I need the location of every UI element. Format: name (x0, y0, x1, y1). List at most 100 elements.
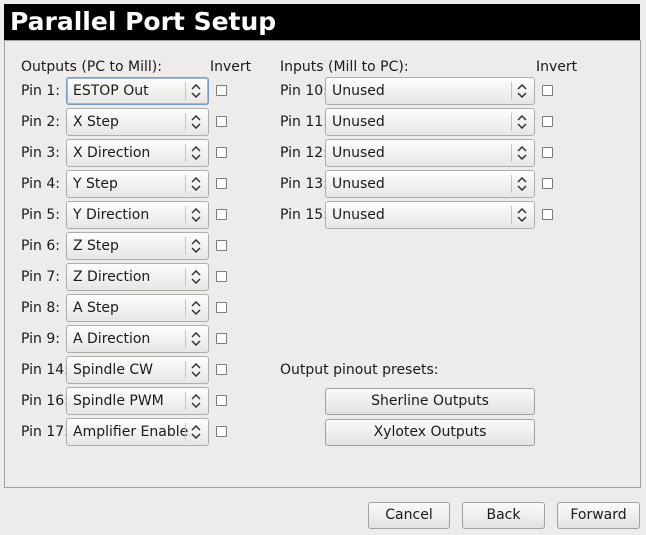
outputs-pin-select[interactable]: Spindle PWM (66, 387, 209, 415)
inputs-pin-label: Pin 15: (280, 207, 328, 223)
outputs-pin-label: Pin 3: (21, 145, 60, 161)
select-value: A Direction (73, 331, 151, 347)
outputs-invert-checkbox[interactable] (216, 333, 227, 344)
select-value: X Direction (73, 145, 151, 161)
select-value: Unused (332, 83, 385, 99)
chevron-up-down-icon (188, 326, 204, 352)
outputs-pin-label: Pin 1: (21, 83, 60, 99)
outputs-invert-checkbox[interactable] (216, 178, 227, 189)
outputs-pin-label: Pin 6: (21, 238, 60, 254)
chevron-up-down-icon (188, 109, 204, 135)
outputs-invert-checkbox[interactable] (216, 209, 227, 220)
forward-button[interactable]: Forward (557, 502, 640, 529)
chevron-up-down-icon (188, 388, 204, 414)
chevron-up-down-icon (188, 233, 204, 259)
select-value: Y Direction (73, 207, 150, 223)
outputs-invert-checkbox[interactable] (216, 147, 227, 158)
outputs-pin-select[interactable]: A Direction (66, 325, 209, 353)
outputs-invert-checkbox[interactable] (216, 85, 227, 96)
select-divider (511, 206, 512, 224)
cancel-button[interactable]: Cancel (368, 502, 450, 529)
chevron-up-down-icon (188, 264, 204, 290)
chevron-up-down-icon (188, 357, 204, 383)
outputs-pin-select[interactable]: Z Step (66, 232, 209, 260)
outputs-pin-select[interactable]: ESTOP Out (66, 77, 209, 105)
chevron-up-down-icon (514, 140, 530, 166)
select-divider (511, 175, 512, 193)
inputs-invert-checkbox[interactable] (542, 209, 553, 220)
outputs-pin-select[interactable]: Spindle CW (66, 356, 209, 384)
outputs-invert-checkbox[interactable] (216, 240, 227, 251)
select-divider (185, 361, 186, 379)
chevron-up-down-icon (188, 140, 204, 166)
outputs-pin-select[interactable]: Y Step (66, 170, 209, 198)
outputs-invert-checkbox[interactable] (216, 302, 227, 313)
outputs-pin-select[interactable]: X Direction (66, 139, 209, 167)
inputs-pin-label: Pin 12: (280, 145, 328, 161)
outputs-pin-label: Pin 8: (21, 300, 60, 316)
select-divider (185, 175, 186, 193)
inputs-pin-label: Pin 10: (280, 83, 328, 99)
inputs-invert-checkbox[interactable] (542, 116, 553, 127)
select-divider (185, 237, 186, 255)
outputs-pin-select[interactable]: Z Direction (66, 263, 209, 291)
select-value: Spindle PWM (73, 393, 164, 409)
select-divider (185, 144, 186, 162)
select-value: Unused (332, 114, 385, 130)
inputs-invert-checkbox[interactable] (542, 85, 553, 96)
inputs-pin-select[interactable]: Unused (325, 201, 535, 229)
select-divider (511, 113, 512, 131)
select-divider (185, 330, 186, 348)
outputs-pin-select[interactable]: A Step (66, 294, 209, 322)
select-value: Unused (332, 145, 385, 161)
chevron-up-down-icon (188, 295, 204, 321)
select-value: Unused (332, 207, 385, 223)
inputs-pin-select[interactable]: Unused (325, 170, 535, 198)
outputs-invert-checkbox[interactable] (216, 116, 227, 127)
outputs-invert-header: Invert (210, 59, 252, 75)
outputs-pin-select[interactable]: Amplifier Enable (66, 418, 209, 446)
inputs-pin-select[interactable]: Unused (325, 139, 535, 167)
select-value: X Step (73, 114, 119, 130)
chevron-up-down-icon (188, 171, 204, 197)
outputs-header: Outputs (PC to Mill): (21, 59, 162, 75)
select-divider (511, 82, 512, 100)
chevron-up-down-icon (188, 202, 204, 228)
inputs-pin-label: Pin 11: (280, 114, 328, 130)
chevron-up-down-icon (188, 419, 204, 445)
chevron-up-down-icon (514, 78, 530, 104)
outputs-invert-checkbox[interactable] (216, 395, 227, 406)
inputs-pin-select[interactable]: Unused (325, 108, 535, 136)
inputs-invert-checkbox[interactable] (542, 178, 553, 189)
select-value: Z Step (73, 238, 119, 254)
select-value: Spindle CW (73, 362, 153, 378)
outputs-pin-label: Pin 4: (21, 176, 60, 192)
page-title: Parallel Port Setup (4, 4, 640, 40)
outputs-pin-label: Pin 7: (21, 269, 60, 285)
select-divider (511, 144, 512, 162)
outputs-pin-select[interactable]: X Step (66, 108, 209, 136)
inputs-pin-select[interactable]: Unused (325, 77, 535, 105)
select-value: Unused (332, 176, 385, 192)
back-button[interactable]: Back (462, 502, 545, 529)
sherline-outputs-button[interactable]: Sherline Outputs (325, 388, 535, 415)
select-divider (185, 82, 186, 100)
select-value: Amplifier Enable (73, 424, 189, 440)
select-value: Y Step (73, 176, 118, 192)
inputs-header: Inputs (Mill to PC): (280, 59, 409, 75)
outputs-pin-label: Pin 16: (21, 393, 69, 409)
outputs-pin-label: Pin 2: (21, 114, 60, 130)
outputs-invert-checkbox[interactable] (216, 271, 227, 282)
chevron-up-down-icon (514, 171, 530, 197)
outputs-invert-checkbox[interactable] (216, 364, 227, 375)
select-divider (185, 113, 186, 131)
chevron-up-down-icon (514, 109, 530, 135)
select-divider (185, 392, 186, 410)
inputs-invert-checkbox[interactable] (542, 147, 553, 158)
outputs-pin-select[interactable]: Y Direction (66, 201, 209, 229)
select-value: A Step (73, 300, 119, 316)
chevron-up-down-icon (188, 78, 204, 104)
xylotex-outputs-button[interactable]: Xylotex Outputs (325, 419, 535, 446)
outputs-invert-checkbox[interactable] (216, 426, 227, 437)
inputs-pin-label: Pin 13: (280, 176, 328, 192)
